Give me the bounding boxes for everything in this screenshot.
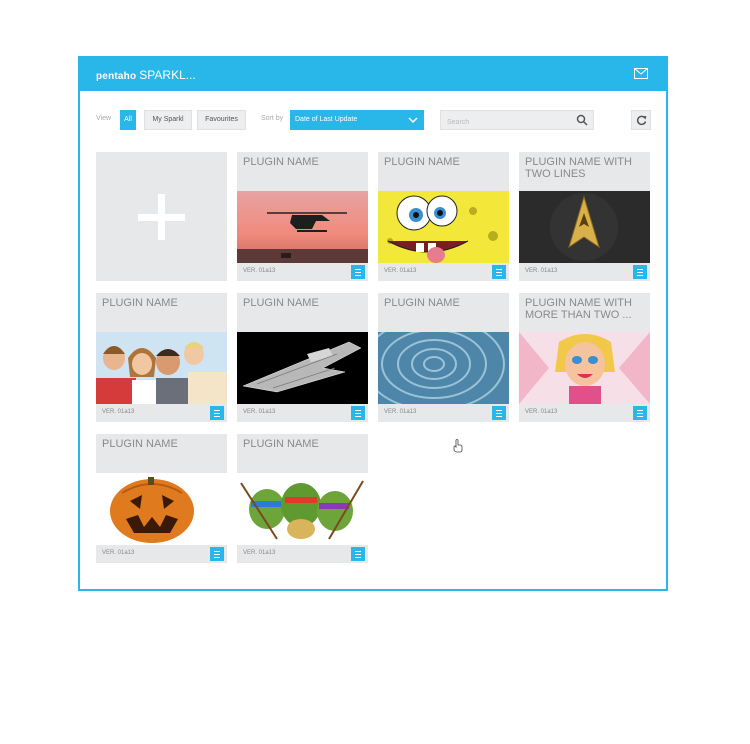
plugin-thumbnail: [519, 332, 650, 404]
plugin-version: VER. 01a13: [525, 409, 558, 415]
menu-icon[interactable]: [210, 406, 224, 420]
view-label: View: [96, 115, 112, 122]
menu-icon[interactable]: [492, 406, 506, 420]
mail-icon[interactable]: [634, 68, 648, 79]
menu-icon[interactable]: [210, 547, 224, 561]
menu-icon[interactable]: [633, 265, 647, 279]
refresh-icon: [636, 115, 647, 126]
menu-icon[interactable]: [633, 406, 647, 420]
filter-favourites-button[interactable]: Favourites: [197, 110, 246, 130]
plugin-name: PLUGIN NAME: [237, 293, 368, 332]
plugin-thumbnail: [96, 473, 227, 545]
menu-icon[interactable]: [351, 265, 365, 279]
plugin-version: VER. 01a13: [102, 409, 135, 415]
plugin-version: VER. 01a13: [243, 550, 276, 556]
plugin-version: VER. 01a13: [384, 409, 417, 415]
plugin-name: PLUGIN NAME: [96, 293, 227, 332]
chevron-down-icon: [408, 117, 418, 124]
plugin-card[interactable]: PLUGIN NAME VER. 01a13: [378, 293, 509, 422]
plugin-name: PLUGIN NAME WITH TWO LINES: [519, 152, 650, 191]
plugin-name: PLUGIN NAME: [96, 434, 227, 473]
search-icon[interactable]: [576, 114, 588, 126]
menu-icon[interactable]: [492, 265, 506, 279]
sort-value: Date of Last Update: [295, 116, 358, 123]
menu-icon[interactable]: [351, 406, 365, 420]
plugin-version: VER. 01a13: [384, 268, 417, 274]
plugin-name: PLUGIN NAME: [237, 434, 368, 473]
plugin-version: VER. 01a13: [243, 268, 276, 274]
app-name: SPARKL...: [139, 68, 196, 82]
plugin-version: VER. 01a13: [243, 409, 276, 415]
plugin-card[interactable]: PLUGIN NAME VER. 01a13: [237, 293, 368, 422]
app-brand[interactable]: pentaho SPARKL...: [96, 68, 196, 82]
plugin-card[interactable]: PLUGIN NAME VER. 01a13: [378, 152, 509, 281]
plugin-name: PLUGIN NAME: [237, 152, 368, 191]
add-plugin-card[interactable]: [96, 152, 227, 281]
sparkl-window: pentaho SPARKL... View All My Sparkl Favo…: [78, 56, 668, 591]
hand-cursor-icon: [453, 439, 463, 453]
refresh-button[interactable]: [631, 110, 651, 130]
brand-name: pentaho: [96, 71, 137, 82]
plugin-thumbnail: [237, 191, 368, 263]
plugin-name: PLUGIN NAME: [378, 152, 509, 191]
plugin-card[interactable]: PLUGIN NAME WITH TWO LINES VER. 01a13: [519, 152, 650, 281]
plugin-version: VER. 01a13: [102, 550, 135, 556]
plugin-thumbnail: [378, 332, 509, 404]
sort-label: Sort by: [261, 115, 284, 122]
menu-icon[interactable]: [351, 547, 365, 561]
plugin-thumbnail: [237, 332, 368, 404]
sort-select[interactable]: Date of Last Update: [290, 110, 424, 130]
plugin-name: PLUGIN NAME: [378, 293, 509, 332]
plugin-card[interactable]: PLUGIN NAME VER. 01a13: [96, 434, 227, 563]
plugin-thumbnail: [237, 473, 368, 545]
plugin-thumbnail: [378, 191, 509, 263]
plugin-name: PLUGIN NAME WITH MORE THAN TWO ...: [519, 293, 650, 332]
filter-all-button[interactable]: All: [120, 110, 136, 130]
plugin-card[interactable]: PLUGIN NAME VER. 01a13: [237, 434, 368, 563]
plugin-card[interactable]: PLUGIN NAME WITH MORE THAN TWO ... VER. …: [519, 293, 650, 422]
plugin-card[interactable]: PLUGIN NAME VER. 01a13: [237, 152, 368, 281]
search-input[interactable]: [441, 113, 572, 132]
plugin-thumbnail: [519, 191, 650, 263]
plugin-version: VER. 01a13: [525, 268, 558, 274]
plugin-thumbnail: [96, 332, 227, 404]
plugin-card[interactable]: PLUGIN NAME VER. 01a13: [96, 293, 227, 422]
app-header: pentaho SPARKL...: [80, 58, 666, 91]
search-box: [440, 110, 594, 132]
filter-my-sparkl-button[interactable]: My Sparkl: [144, 110, 192, 130]
toolbar: View All My Sparkl Favourites Sort by Da…: [96, 110, 656, 132]
